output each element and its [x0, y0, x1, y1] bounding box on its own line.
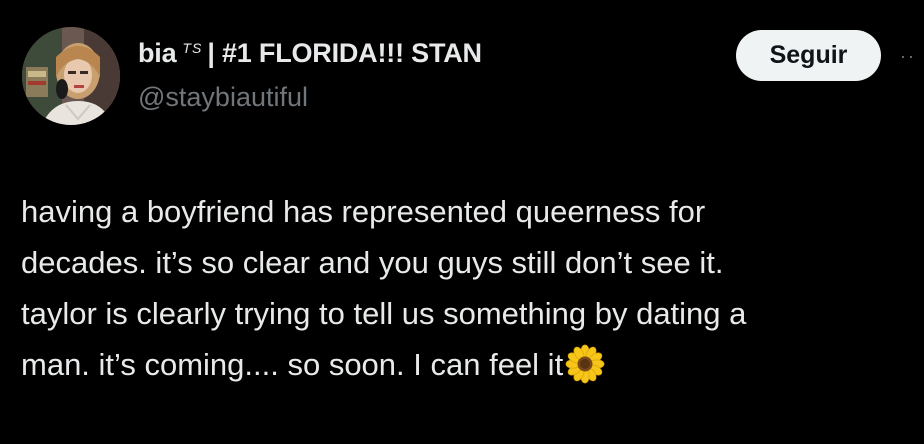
avatar[interactable]	[22, 27, 120, 125]
tweet-line: taylor is clearly trying to tell us some…	[21, 296, 747, 331]
sunflower-emoji	[565, 344, 605, 384]
more-options-icon[interactable]: ··	[900, 44, 924, 68]
avatar-image	[22, 27, 120, 125]
tweet-line: having a boyfriend has represented queer…	[21, 194, 706, 229]
tweet-line-last: man. it’s coming.... so soon. I can feel…	[21, 339, 921, 390]
author-handle[interactable]: @staybiautiful	[138, 82, 308, 113]
tweet-line: decades. it’s so clear and you guys stil…	[21, 245, 724, 280]
ts-mark: TS	[182, 40, 203, 56]
follow-button[interactable]: Seguir	[736, 30, 881, 81]
author-name-suffix[interactable]: | #1 FLORIDA!!! STAN	[207, 38, 482, 69]
author-name-row[interactable]: bia TS | #1 FLORIDA!!! STAN	[138, 38, 482, 69]
tweet-text: having a boyfriend has represented queer…	[21, 186, 921, 390]
tweet-line-text: man. it’s coming.... so soon. I can feel…	[21, 347, 564, 382]
author-display-name[interactable]: bia	[138, 38, 177, 69]
